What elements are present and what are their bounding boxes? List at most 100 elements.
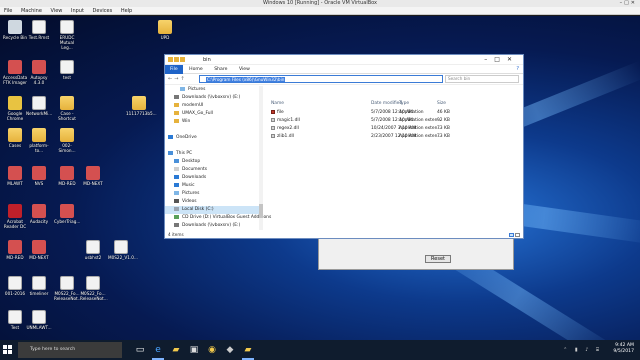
navigation-scrollbar[interactable] — [259, 86, 263, 230]
store-icon[interactable]: ▣ — [188, 344, 200, 356]
desktop-icon[interactable]: Autopsy 4.3.0 — [26, 60, 52, 85]
host-menu-machine[interactable]: Machine — [21, 8, 42, 14]
desktop-icon[interactable]: MLAWT — [2, 166, 28, 186]
nav-arrows-icon[interactable]: ←→↑ — [168, 76, 187, 82]
column-header-name[interactable]: Name — [271, 100, 284, 107]
file-name[interactable]: regex2.dll — [271, 125, 299, 132]
desktop-icon[interactable]: 002-Simon... — [54, 128, 80, 153]
clock-date[interactable]: 9/5/2017 — [613, 349, 634, 355]
desktop-icon[interactable]: M0S22_Fo... ReleaseNot... — [80, 276, 108, 301]
app-icon[interactable]: ◆ — [224, 344, 236, 356]
desktop-icon[interactable]: platform-to... — [26, 128, 52, 153]
tab-share[interactable]: Share — [209, 65, 232, 74]
scrollbar-thumb[interactable] — [259, 204, 263, 218]
file-name[interactable]: magic1.dll — [271, 117, 300, 124]
nav-item[interactable]: Local Disk (C:) — [165, 206, 262, 214]
nav-item[interactable]: Videos — [165, 198, 262, 206]
desktop-icon-label: 001-2016 — [4, 291, 26, 296]
folder-icon — [32, 128, 46, 142]
search-input[interactable]: Search bin — [445, 75, 519, 83]
nav-item[interactable]: Downloads — [165, 174, 262, 182]
quick-access-toolbar[interactable] — [168, 57, 198, 63]
desktop-icon[interactable]: MD-RED — [2, 240, 28, 260]
host-menu-devices[interactable]: Devices — [93, 8, 113, 14]
nav-item[interactable]: Pictures — [165, 86, 262, 94]
desktop-icon[interactable]: timeliner — [26, 276, 52, 296]
nav-item-label: Local Disk (C:) — [182, 207, 214, 212]
desktop-icon[interactable]: test — [54, 60, 80, 80]
desktop-icon[interactable]: ERUDC Mutual Leg... — [54, 20, 80, 50]
file-name[interactable]: file — [271, 109, 284, 116]
column-header-size[interactable]: Size — [437, 100, 446, 107]
explorer-window-controls[interactable]: –□✕ — [484, 56, 519, 63]
file-name-text: zlib1.dll — [277, 134, 294, 139]
host-window-controls[interactable]: –□✕ — [620, 0, 637, 7]
file-size: 73 KB — [437, 133, 450, 140]
desktop-icon[interactable]: Cases — [2, 128, 28, 148]
address-path[interactable]: C:\Program Files (x86)\GnuWin32\bin — [206, 77, 286, 82]
desktop-icon[interactable]: Recycle Bin — [2, 20, 28, 40]
file-explorer-icon[interactable]: ▰ — [170, 344, 182, 356]
nav-item-icon — [174, 158, 179, 163]
column-header-date[interactable]: Date modified — [371, 100, 402, 107]
desktop-icon[interactable]: UPD — [152, 20, 178, 40]
nav-item[interactable]: Music — [165, 182, 262, 190]
start-button[interactable] — [3, 345, 13, 355]
tab-home[interactable]: Home — [184, 65, 208, 74]
reset-button[interactable]: Reset — [425, 255, 451, 263]
nav-item[interactable]: This PC — [165, 150, 262, 158]
nav-item[interactable]: Pictures — [165, 190, 262, 198]
tab-view[interactable]: View — [234, 65, 255, 74]
nav-item[interactable]: UMAX_Go_Full — [165, 110, 262, 118]
desktop-icon[interactable]: CyberTriag... — [54, 204, 80, 224]
doc-icon — [32, 20, 46, 34]
tab-file[interactable]: File — [165, 65, 183, 74]
host-menu-help[interactable]: Help — [121, 8, 132, 14]
nav-item[interactable]: CD Drive (D:) VirtualBox Guest Additions — [165, 214, 271, 222]
desktop-icon[interactable]: usbhst2 — [80, 240, 106, 260]
nav-item[interactable]: Downloads (\\vboxsrv) (E:) — [165, 94, 262, 102]
desktop-icon-label: Recycle Bin — [2, 35, 28, 40]
nav-item[interactable]: OneDrive — [165, 134, 262, 142]
host-menu-file[interactable]: File — [4, 8, 12, 14]
desktop-icon[interactable]: MD-NEXT — [26, 240, 52, 260]
desktop-icon[interactable]: Acrobat Reader DC — [2, 204, 28, 229]
desktop-icon[interactable]: MD-NEXT — [80, 166, 106, 186]
desktop-icon-label: Google Chrome — [6, 111, 24, 121]
nav-item[interactable]: Documents — [165, 166, 262, 174]
desktop-icon[interactable]: NetworkMi... — [26, 96, 52, 116]
desktop-icon[interactable]: Case - Shortcut — [54, 96, 80, 121]
host-menu-input[interactable]: Input — [71, 8, 84, 14]
folder-taskbar-icon[interactable]: ▰ — [242, 344, 254, 360]
desktop-icon[interactable]: AccessData FTK Imager — [2, 60, 28, 85]
desktop-icon[interactable]: 001-2016 — [2, 276, 28, 296]
desktop-icon[interactable]: MD-RED — [54, 166, 80, 186]
desktop-icon[interactable]: Google Chrome — [2, 96, 28, 121]
nav-item[interactable]: modernUI — [165, 102, 262, 110]
file-size: 46 KB — [437, 109, 450, 116]
desktop-icon[interactable]: UNMLAWT... — [26, 310, 52, 330]
system-tray: ⌃ ▮ ♪ ⌸ 9:42 AM 9/5/2017 — [563, 343, 634, 355]
app-icon — [8, 166, 22, 180]
help-icon[interactable]: ? — [516, 66, 519, 72]
desktop-icon[interactable]: Audacity — [26, 204, 52, 224]
column-header-type[interactable]: Type — [399, 100, 409, 107]
tray-icons[interactable]: ⌃ ▮ ♪ ⌸ — [563, 347, 602, 353]
desktop-icon[interactable]: Test.Rmst — [26, 20, 52, 40]
view-toggle[interactable] — [508, 232, 520, 239]
taskbar-search-input[interactable]: Type here to search — [18, 342, 122, 358]
desktop-icon[interactable]: NVS — [26, 166, 52, 186]
host-menu-view[interactable]: View — [51, 8, 63, 14]
nav-item[interactable]: Win — [165, 118, 262, 126]
desktop-icon[interactable]: M0S22_Fo... ReleaseNot... — [54, 276, 82, 301]
nav-item[interactable]: Downloads (\\vboxsrv) (E:) — [165, 222, 262, 230]
task-view-icon[interactable]: ▭ — [134, 344, 146, 356]
desktop-icon[interactable]: M0S22_V1.0... — [108, 240, 138, 260]
address-bar[interactable]: C:\Program Files (x86)\GnuWin32\bin — [199, 75, 443, 83]
desktop-icon[interactable]: Test — [2, 310, 28, 330]
file-name[interactable]: zlib1.dll — [271, 133, 294, 140]
nav-item[interactable]: Desktop — [165, 158, 262, 166]
chrome-icon[interactable]: ◉ — [206, 344, 218, 356]
edge-icon[interactable]: e — [152, 344, 164, 360]
desktop-icon[interactable]: 11117713b5... — [126, 96, 157, 116]
